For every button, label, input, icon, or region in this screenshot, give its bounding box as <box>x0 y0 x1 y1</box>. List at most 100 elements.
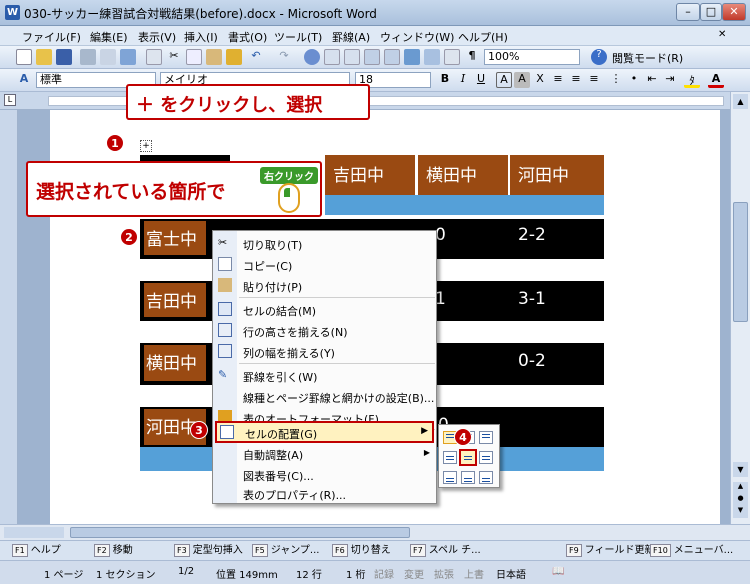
justify-icon[interactable]: ≡ <box>586 72 602 88</box>
menu-table[interactable]: 罫線(A) <box>332 29 370 45</box>
align-left-icon[interactable]: ≡ <box>550 72 566 88</box>
menu-window[interactable]: ウィンドウ(W) <box>380 29 454 45</box>
show-hide-icon[interactable] <box>444 49 460 65</box>
paragraph-mark-icon[interactable]: ¶ <box>464 49 480 65</box>
status-record[interactable]: 記録 <box>374 566 394 581</box>
reading-mode-button[interactable]: 閲覧モード(R) <box>612 50 683 66</box>
char-border-icon[interactable]: A <box>496 72 512 88</box>
fkey-spelling[interactable]: F7 スペル チ... <box>410 543 481 558</box>
numbering-icon[interactable]: ⋮ <box>608 72 624 88</box>
char-scale-icon[interactable]: X <box>532 72 548 88</box>
scroll-thumb[interactable] <box>733 202 748 322</box>
new-document-icon[interactable] <box>16 49 32 65</box>
menu-item-draw-borders[interactable]: ✎ 罫線を引く(W) <box>213 365 436 386</box>
fkey-autotext[interactable]: F3 定型句挿入 <box>174 543 243 558</box>
menu-item-row-height[interactable]: 行の高さを揃える(N) <box>213 320 436 341</box>
close-button[interactable]: ✕ <box>722 3 746 21</box>
fkey-help[interactable]: F1 ヘルプ <box>12 543 61 558</box>
menu-help[interactable]: ヘルプ(H) <box>458 29 508 45</box>
menu-view[interactable]: 表示(V) <box>138 29 176 45</box>
drawing-icon[interactable] <box>404 49 420 65</box>
menu-item-caption[interactable]: 図表番号(C)... <box>213 464 436 485</box>
vertical-ruler[interactable] <box>0 110 18 524</box>
tab-selector-icon[interactable]: L <box>4 94 16 106</box>
table-move-handle[interactable]: + <box>140 140 152 152</box>
scroll-down-icon[interactable]: ▼ <box>733 462 748 477</box>
align-bottom-right-icon[interactable] <box>479 471 493 484</box>
decrease-indent-icon[interactable]: ⇤ <box>644 72 660 88</box>
zoom-select[interactable]: 100% <box>484 49 580 65</box>
menu-tools[interactable]: ツール(T) <box>274 29 322 45</box>
fkey-switch[interactable]: F6 切り替え <box>332 543 391 558</box>
highlight-icon[interactable]: ﾀ <box>684 72 700 88</box>
prev-page-icon[interactable]: ▲ <box>733 482 748 494</box>
research-icon[interactable] <box>146 49 162 65</box>
word-app-icon[interactable]: W <box>5 5 20 20</box>
horizontal-ruler[interactable]: L <box>0 92 750 110</box>
fkey-menubar[interactable]: F10 メニューバ... <box>650 543 733 558</box>
tables-borders-icon[interactable] <box>324 49 340 65</box>
undo-icon[interactable]: ↶ <box>248 49 264 65</box>
status-overtype[interactable]: 上書 <box>464 566 484 581</box>
menu-format[interactable]: 書式(O) <box>228 29 267 45</box>
align-top-right-icon[interactable] <box>479 431 493 444</box>
menu-item-borders-shading[interactable]: 線種とページ罫線と網かけの設定(B)... <box>213 386 436 407</box>
insert-excel-icon[interactable] <box>364 49 380 65</box>
status-extend[interactable]: 拡張 <box>434 566 454 581</box>
styles-icon[interactable]: A <box>16 72 32 88</box>
hyperlink-icon[interactable] <box>304 49 320 65</box>
underline-icon[interactable]: U <box>473 72 489 88</box>
copy-icon[interactable] <box>186 49 202 65</box>
redo-icon[interactable]: ↷ <box>276 49 292 65</box>
align-middle-left-icon[interactable] <box>443 451 457 464</box>
menu-item-cut[interactable]: ✂ 切り取り(T) <box>213 233 436 254</box>
spelling-status-icon[interactable]: 📖 <box>552 566 564 577</box>
align-middle-center-icon[interactable] <box>459 449 477 466</box>
spelling-icon[interactable] <box>120 49 136 65</box>
align-bottom-center-icon[interactable] <box>461 471 475 484</box>
cut-icon[interactable]: ✂ <box>166 49 182 65</box>
columns-icon[interactable] <box>384 49 400 65</box>
menu-item-autofit[interactable]: 自動調整(A) ▶ <box>213 443 436 464</box>
minimize-button[interactable]: – <box>676 3 700 21</box>
next-page-icon[interactable]: ▼ <box>733 506 748 518</box>
hscroll-thumb[interactable] <box>70 527 410 538</box>
menu-edit[interactable]: 編集(E) <box>90 29 128 45</box>
menu-insert[interactable]: 挿入(I) <box>184 29 218 45</box>
menu-item-table-properties[interactable]: 表のプロパティ(R)... <box>213 483 436 504</box>
print-preview-icon[interactable] <box>100 49 116 65</box>
vertical-scrollbar[interactable]: ▲ ▼ ▲ ● ▼ <box>730 92 750 524</box>
menu-item-copy[interactable]: コピー(C) <box>213 254 436 275</box>
insert-table-icon[interactable] <box>344 49 360 65</box>
scroll-up-icon[interactable]: ▲ <box>733 94 748 109</box>
browse-object-icon[interactable]: ● <box>733 494 748 506</box>
view-buttons[interactable] <box>4 527 64 538</box>
doc-close-icon[interactable]: ✕ <box>718 29 726 40</box>
open-folder-icon[interactable] <box>36 49 52 65</box>
fkey-goto[interactable]: F5 ジャンプ... <box>252 543 319 558</box>
save-icon[interactable] <box>56 49 72 65</box>
paste-icon[interactable] <box>206 49 222 65</box>
bold-icon[interactable]: B <box>437 72 453 88</box>
font-color-icon[interactable]: A <box>708 72 724 88</box>
menu-item-column-width[interactable]: 列の幅を揃える(Y) <box>213 341 436 362</box>
status-track[interactable]: 変更 <box>404 566 424 581</box>
fkey-update-field[interactable]: F9 フィールド更新 <box>566 543 655 558</box>
char-shading-icon[interactable]: A <box>514 72 530 88</box>
format-painter-icon[interactable] <box>226 49 242 65</box>
menu-item-merge-cells[interactable]: セルの結合(M) <box>213 299 436 320</box>
fkey-move[interactable]: F2 移動 <box>94 543 133 558</box>
align-middle-right-icon[interactable] <box>479 451 493 464</box>
align-center-icon[interactable]: ≡ <box>568 72 584 88</box>
print-icon[interactable] <box>80 49 96 65</box>
document-map-icon[interactable] <box>424 49 440 65</box>
horizontal-scrollbar[interactable] <box>0 524 750 540</box>
italic-icon[interactable]: I <box>455 72 471 88</box>
menu-item-cell-alignment[interactable]: セルの配置(G) ▶ <box>215 421 434 443</box>
help-icon[interactable]: ? <box>591 49 607 65</box>
menu-file[interactable]: ファイル(F) <box>22 29 81 45</box>
align-bottom-left-icon[interactable] <box>443 471 457 484</box>
menu-item-paste[interactable]: 貼り付け(P) <box>213 275 436 296</box>
bullets-icon[interactable]: • <box>626 72 642 88</box>
maximize-button[interactable]: □ <box>700 3 722 21</box>
